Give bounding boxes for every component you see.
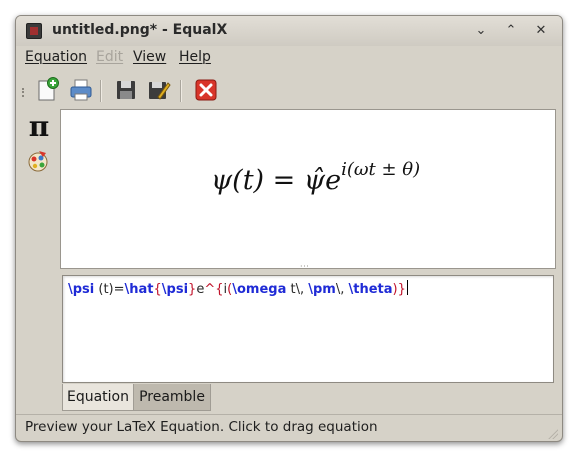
symbols-palette-icon[interactable] bbox=[26, 149, 50, 173]
toolbar-separator bbox=[100, 80, 102, 102]
pi-icon[interactable]: π bbox=[26, 112, 52, 142]
status-bar: Preview your LaTeX Equation. Click to dr… bbox=[16, 414, 562, 441]
toolbar-separator bbox=[180, 80, 182, 102]
code-token: \, bbox=[335, 282, 349, 297]
save-as-icon[interactable] bbox=[146, 77, 172, 103]
code-token: ^ bbox=[204, 282, 216, 297]
code-token: \psi bbox=[68, 282, 95, 297]
latex-code-line[interactable]: \psi (t)=\hat{\psi}e^{i(\omega t\, \pm\,… bbox=[68, 280, 408, 299]
toolbar-grip[interactable] bbox=[22, 88, 27, 97]
equation-lhs: ψ(t) = bbox=[211, 165, 304, 196]
equation-hat-psi: ψ̂ bbox=[303, 165, 326, 196]
rendered-equation[interactable]: ψ(t) = ψ̂ei(ωt ± θ) bbox=[211, 159, 441, 209]
code-token: \psi bbox=[161, 282, 189, 297]
code-token: \pm bbox=[308, 282, 336, 297]
text-cursor bbox=[406, 280, 408, 295]
status-text: Preview your LaTeX Equation. Click to dr… bbox=[25, 419, 378, 435]
toolbar bbox=[16, 74, 562, 106]
save-icon[interactable] bbox=[113, 77, 139, 103]
equation-e: e bbox=[325, 165, 342, 196]
code-token: \theta bbox=[348, 282, 393, 297]
menu-edit[interactable]: Edit bbox=[96, 49, 123, 65]
menu-equation[interactable]: Equation bbox=[25, 49, 87, 65]
menu-help[interactable]: Help bbox=[179, 49, 211, 65]
title-bar[interactable]: untitled.png* - EqualX ⌄ ⌃ ✕ bbox=[16, 16, 562, 46]
minimize-button[interactable]: ⌄ bbox=[471, 21, 491, 41]
code-token: \omega bbox=[232, 282, 287, 297]
equation-preview[interactable]: ψ(t) = ψ̂ei(ωt ± θ) bbox=[60, 109, 556, 269]
code-token: (t)= bbox=[94, 282, 125, 297]
close-window-button[interactable]: ✕ bbox=[531, 21, 551, 41]
equation-exponent: i(ωt ± θ) bbox=[341, 159, 421, 180]
code-token: { bbox=[215, 282, 224, 297]
code-token: t\, bbox=[286, 282, 309, 297]
tab-preamble[interactable]: Preamble bbox=[133, 384, 211, 411]
maximize-button[interactable]: ⌃ bbox=[501, 21, 521, 41]
resize-grip[interactable] bbox=[548, 429, 558, 439]
menu-bar: Equation Edit View Help bbox=[16, 46, 562, 70]
new-file-icon[interactable] bbox=[34, 77, 60, 103]
code-token: { bbox=[153, 282, 162, 297]
app-window: untitled.png* - EqualX ⌄ ⌃ ✕ Equation Ed… bbox=[15, 15, 563, 442]
code-token: } bbox=[397, 282, 406, 297]
print-icon[interactable] bbox=[68, 77, 94, 103]
clear-icon[interactable] bbox=[193, 77, 219, 103]
app-icon[interactable] bbox=[26, 23, 42, 39]
latex-editor[interactable]: \psi (t)=\hat{\psi}e^{i(\omega t\, \pm\,… bbox=[62, 275, 554, 383]
menu-view[interactable]: View bbox=[133, 49, 166, 65]
tab-equation[interactable]: Equation bbox=[62, 384, 134, 411]
code-token: \hat bbox=[124, 282, 154, 297]
window-title: untitled.png* - EqualX bbox=[52, 22, 228, 38]
splitter-handle[interactable] bbox=[60, 262, 556, 275]
